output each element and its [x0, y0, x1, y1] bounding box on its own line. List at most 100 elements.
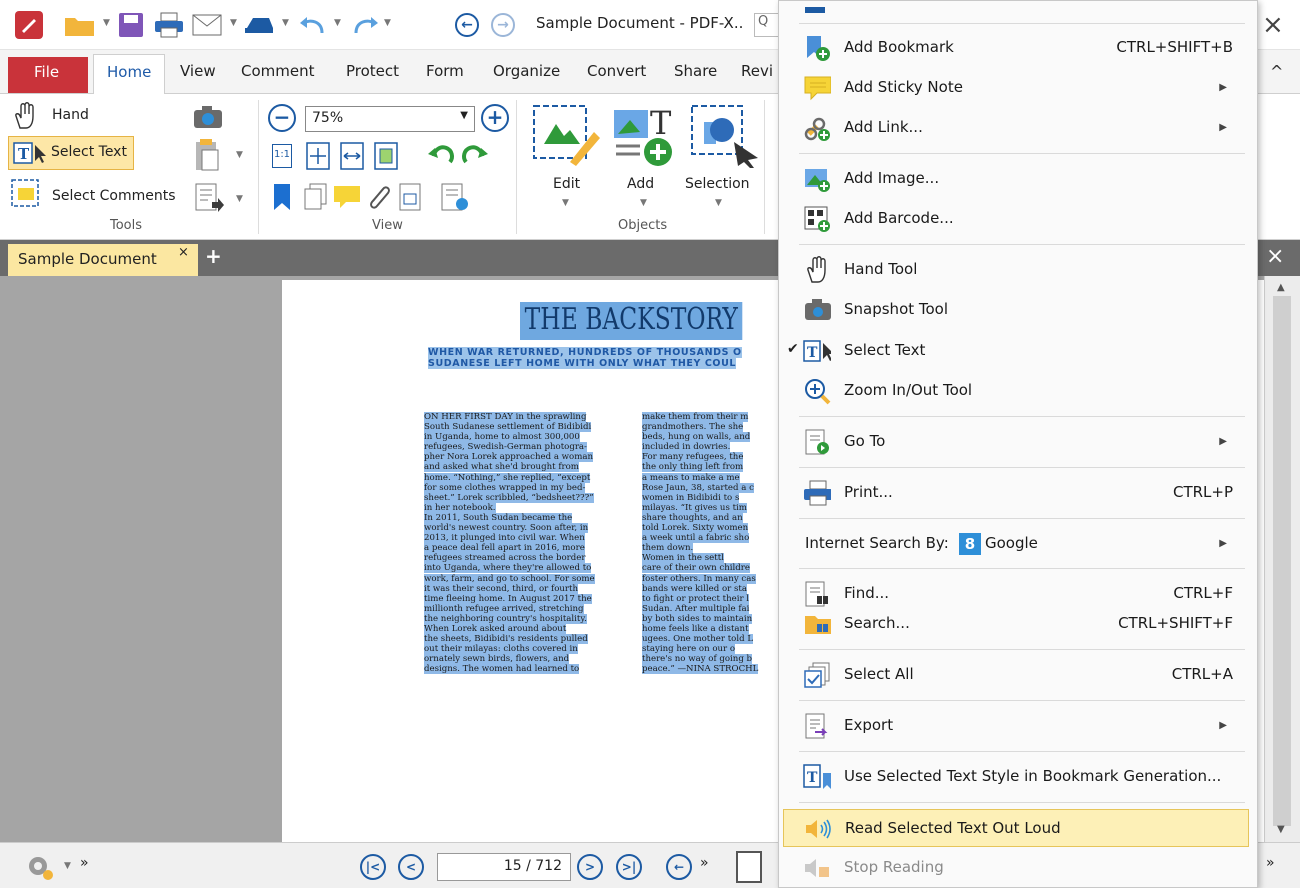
vertical-scrollbar[interactable]: ▲ ▼ — [1264, 276, 1300, 842]
page-number-input[interactable]: 15 / 712 — [437, 853, 571, 881]
scroll-down-icon[interactable]: ▼ — [1277, 824, 1285, 835]
snapshot-camera-icon[interactable] — [192, 104, 224, 134]
zoom-level-select[interactable]: 75% ▼ — [305, 106, 475, 132]
zoom-in-icon[interactable]: + — [481, 104, 509, 132]
selection-dropdown-icon[interactable]: ▼ — [715, 198, 722, 208]
selection-button[interactable]: Selection — [685, 176, 750, 192]
view-settings-icon[interactable] — [440, 182, 470, 216]
actual-size-icon[interactable]: 1:1 — [272, 144, 292, 168]
menu-item-search[interactable]: Search... CTRL+SHIFT+F — [779, 605, 1257, 643]
close-all-tabs-icon[interactable]: × — [1266, 244, 1284, 269]
select-text-button[interactable]: T Select Text — [8, 136, 134, 170]
scrollbar-thumb[interactable] — [1273, 296, 1291, 826]
save-icon[interactable] — [116, 10, 146, 40]
fit-visible-icon[interactable] — [374, 142, 398, 174]
fields-panel-icon[interactable] — [398, 182, 424, 216]
zoom-dropdown-icon[interactable]: ▼ — [460, 110, 468, 121]
menu-item-read-text-aloud[interactable]: Read Selected Text Out Loud — [783, 809, 1249, 847]
menu-item-print[interactable]: Print... CTRL+P — [779, 474, 1257, 512]
tab-form[interactable]: Form — [426, 62, 464, 80]
comments-panel-icon[interactable] — [332, 182, 362, 216]
menu-item-internet-search[interactable]: Internet Search By: 8 Google ▶ — [779, 525, 1257, 563]
tab-home[interactable]: Home — [93, 54, 165, 95]
email-icon[interactable] — [190, 10, 224, 40]
status-bar-expand-icon[interactable]: » — [1266, 855, 1275, 871]
add-objects-button[interactable]: Add — [627, 176, 654, 192]
last-page-icon[interactable]: >| — [616, 854, 642, 880]
tab-review[interactable]: Revi — [741, 62, 773, 80]
tab-protect[interactable]: Protect — [346, 62, 399, 80]
menu-item-select-text[interactable]: ✔ T Select Text — [779, 332, 1257, 370]
forward-icon[interactable]: → — [488, 10, 518, 40]
scan-dropdown-icon[interactable]: ▼ — [282, 18, 289, 28]
menu-item-snapshot-tool[interactable]: Snapshot Tool — [779, 291, 1257, 329]
close-tab-icon[interactable]: × — [178, 245, 189, 260]
export-doc-dropdown-icon[interactable]: ▼ — [236, 194, 243, 204]
menu-shortcut: CTRL+A — [1171, 665, 1233, 683]
menu-item-go-to[interactable]: Go To ▶ — [779, 423, 1257, 461]
selected-text: Sudan. After multiple fai — [642, 603, 750, 614]
attachments-panel-icon[interactable] — [364, 182, 392, 216]
menu-item-add-barcode[interactable]: Add Barcode... — [779, 200, 1257, 238]
rotate-left-icon[interactable] — [426, 140, 456, 174]
undo-icon[interactable] — [296, 10, 330, 40]
expand-toolbar-icon[interactable]: » — [80, 855, 89, 871]
article-text-line: When Lorek asked around about — [424, 623, 595, 634]
email-dropdown-icon[interactable]: ▼ — [230, 18, 237, 28]
menu-item-export[interactable]: Export ▶ — [779, 707, 1257, 745]
first-page-icon[interactable]: |< — [360, 854, 386, 880]
open-folder-icon[interactable] — [62, 10, 98, 40]
window-close-button[interactable]: × — [1262, 10, 1284, 40]
edit-objects-button[interactable]: Edit — [553, 176, 580, 192]
previous-view-icon[interactable]: ← — [666, 854, 692, 880]
clipboard-paste-icon[interactable] — [194, 138, 220, 176]
document-tab[interactable]: Sample Document × — [8, 244, 198, 276]
submenu-arrow-icon: ▶ — [1219, 538, 1227, 549]
add-dropdown-icon[interactable]: ▼ — [640, 198, 647, 208]
open-dropdown-icon[interactable]: ▼ — [103, 18, 110, 28]
single-page-view-icon[interactable] — [736, 851, 762, 883]
export-doc-icon[interactable] — [194, 182, 224, 216]
tab-file[interactable]: File — [8, 57, 88, 93]
rotate-right-icon[interactable] — [460, 140, 490, 174]
tab-view[interactable]: View — [180, 62, 216, 80]
hand-button[interactable]: Hand — [52, 107, 89, 123]
next-page-icon[interactable]: > — [577, 854, 603, 880]
paste-dropdown-icon[interactable]: ▼ — [236, 150, 243, 160]
redo-icon[interactable] — [348, 10, 382, 40]
fit-page-icon[interactable] — [306, 142, 330, 174]
tab-comment[interactable]: Comment — [241, 62, 315, 80]
menu-item-add-image[interactable]: Add Image... — [779, 160, 1257, 198]
previous-page-icon[interactable]: < — [398, 854, 424, 880]
menu-item-select-all[interactable]: Select All CTRL+A — [779, 656, 1257, 694]
menu-item-stop-reading[interactable]: Stop Reading — [779, 849, 1257, 887]
menu-item-use-text-style-bookmark[interactable]: T Use Selected Text Style in Bookmark Ge… — [779, 758, 1257, 796]
tab-share[interactable]: Share — [674, 62, 717, 80]
menu-item-add-bookmark[interactable]: Add Bookmark CTRL+SHIFT+B — [779, 29, 1257, 67]
back-icon[interactable]: ← — [452, 10, 482, 40]
menu-item-add-sticky-note[interactable]: Add Sticky Note ▶ — [779, 69, 1257, 107]
article-text-line: for some clothes wrapped in my bed- — [424, 482, 595, 493]
bookmarks-panel-icon[interactable] — [272, 182, 292, 216]
redo-dropdown-icon[interactable]: ▼ — [384, 18, 391, 28]
menu-item-zoom-tool[interactable]: Zoom In/Out Tool — [779, 372, 1257, 410]
collapse-ribbon-icon[interactable]: ^ — [1270, 62, 1283, 81]
selected-text: work, farm, and go to school. For some — [424, 573, 595, 584]
menu-item-hand-tool[interactable]: Hand Tool — [779, 251, 1257, 289]
print-icon[interactable] — [152, 10, 186, 40]
settings-gear-icon[interactable] — [24, 851, 56, 885]
scan-icon[interactable] — [242, 10, 276, 40]
menu-item-add-link[interactable]: Add Link... ▶ — [779, 109, 1257, 147]
fit-width-icon[interactable] — [340, 142, 364, 174]
new-tab-button[interactable]: + — [205, 244, 222, 268]
undo-dropdown-icon[interactable]: ▼ — [334, 18, 341, 28]
scroll-up-icon[interactable]: ▲ — [1277, 282, 1285, 293]
expand-nav-icon[interactable]: » — [700, 855, 709, 871]
edit-dropdown-icon[interactable]: ▼ — [562, 198, 569, 208]
select-comments-button[interactable]: Select Comments — [52, 188, 176, 204]
tab-organize[interactable]: Organize — [493, 62, 560, 80]
settings-dropdown-icon[interactable]: ▼ — [64, 861, 71, 871]
zoom-out-icon[interactable]: − — [268, 104, 296, 132]
tab-convert[interactable]: Convert — [587, 62, 646, 80]
thumbnails-panel-icon[interactable] — [302, 182, 330, 216]
